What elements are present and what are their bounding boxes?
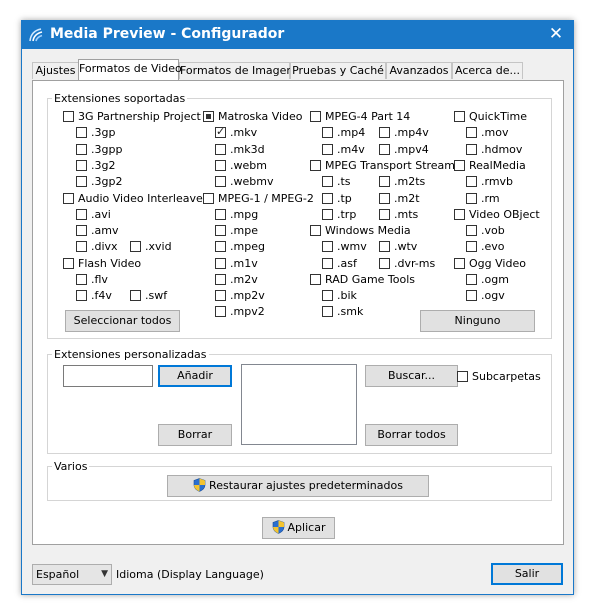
checkbox-ext-dvr-ms[interactable]: .dvr-ms <box>379 257 435 272</box>
tab-avanzados[interactable]: Avanzados <box>386 62 452 79</box>
custom-extension-input[interactable] <box>63 365 153 387</box>
checkbox-ext-webm[interactable]: .webm <box>215 159 267 174</box>
checkbox-ext-hdmov[interactable]: .hdmov <box>466 143 522 158</box>
tab-pruebas-cache[interactable]: Pruebas y Caché <box>290 62 386 79</box>
checkbox-ext-mp2v[interactable]: .mp2v <box>215 289 265 304</box>
checkbox-ext-xvid[interactable]: .xvid <box>130 240 172 255</box>
browse-button[interactable]: Buscar... <box>365 365 458 387</box>
checkbox-ext-evo[interactable]: .evo <box>466 240 505 255</box>
tab-ajustes[interactable]: Ajustes <box>32 62 79 79</box>
app-logo-icon <box>29 28 43 42</box>
title-bar[interactable]: Media Preview - Configurador ✕ <box>22 21 573 49</box>
checkbox-ext-3gp[interactable]: .3gp <box>76 126 115 141</box>
checkbox-ext-webmv[interactable]: .webmv <box>215 175 273 190</box>
checkbox-ext-m2v[interactable]: .m2v <box>215 273 258 288</box>
checkbox-3gpp-project[interactable]: 3G Partnership Project <box>63 110 201 125</box>
add-button[interactable]: Añadir <box>158 365 232 387</box>
checkbox-ext-mp4v[interactable]: .mp4v <box>379 126 429 141</box>
checkbox-ext-mpg[interactable]: .mpg <box>215 208 258 223</box>
checkbox-ext-m4v[interactable]: .m4v <box>322 143 365 158</box>
checkbox-ext-rmvb[interactable]: .rmvb <box>466 175 513 190</box>
checkbox-ext-bik[interactable]: .bik <box>322 289 357 304</box>
checkbox-ext-wmv[interactable]: .wmv <box>322 240 367 255</box>
chevron-down-icon: ▼ <box>101 569 108 579</box>
checkbox-ext-ogm[interactable]: .ogm <box>466 273 509 288</box>
uac-shield-icon <box>193 478 206 492</box>
checkbox-ext-divx[interactable]: .divx <box>76 240 118 255</box>
checkbox-flash-video[interactable]: Flash Video <box>63 257 141 272</box>
uac-shield-icon <box>272 520 284 534</box>
checkbox-ext-amv[interactable]: .amv <box>76 224 118 239</box>
misc-label: Varios <box>52 460 90 473</box>
supported-extensions-label: Extensiones soportadas <box>52 92 188 105</box>
window-title: Media Preview - Configurador <box>50 26 285 42</box>
checkbox-mpeg1-mpeg2[interactable]: MPEG-1 / MPEG-2 <box>203 192 314 207</box>
checkbox-ext-wtv[interactable]: .wtv <box>379 240 417 255</box>
subfolders-checkbox[interactable]: Subcarpetas <box>457 370 541 385</box>
checkbox-ext-3gpp[interactable]: .3gpp <box>76 143 122 158</box>
checkbox-ext-trp[interactable]: .trp <box>322 208 356 223</box>
configurator-window: Media Preview - Configurador ✕ Ajustes F… <box>21 20 574 595</box>
checkbox-ext-3g2[interactable]: .3g2 <box>76 159 115 174</box>
language-label: Idioma (Display Language) <box>116 568 264 581</box>
apply-button[interactable]: Aplicar <box>262 517 335 539</box>
checkbox-ext-tp[interactable]: .tp <box>322 192 352 207</box>
checkbox-mpeg4-part14[interactable]: MPEG-4 Part 14 <box>310 110 410 125</box>
remove-button[interactable]: Borrar <box>158 424 232 446</box>
checkbox-ext-ts[interactable]: .ts <box>322 175 351 190</box>
checkbox-ext-mp4[interactable]: .mp4 <box>322 126 365 141</box>
checkbox-ext-flv[interactable]: .flv <box>76 273 108 288</box>
checkbox-quicktime[interactable]: QuickTime <box>454 110 527 125</box>
tab-panel: Extensiones soportadas 3G Partnership Pr… <box>32 80 564 545</box>
tab-formatos-video[interactable]: Formatos de Video <box>78 59 182 80</box>
restore-defaults-button[interactable]: Restaurar ajustes predeterminados <box>167 475 429 497</box>
checkbox-ext-avi[interactable]: .avi <box>76 208 111 223</box>
checkbox-ogg-video[interactable]: Ogg Video <box>454 257 526 272</box>
checkbox-ext-mk3d[interactable]: .mk3d <box>215 143 265 158</box>
checkbox-windows-media[interactable]: Windows Media <box>310 224 411 239</box>
checkbox-ext-m1v[interactable]: .m1v <box>215 257 258 272</box>
custom-extensions-label: Extensiones personalizadas <box>52 348 209 361</box>
language-select[interactable]: Español ▼ <box>32 564 112 585</box>
remove-all-button[interactable]: Borrar todos <box>365 424 458 446</box>
checkbox-ext-mpv2[interactable]: .mpv2 <box>215 305 265 320</box>
checkbox-ext-vob[interactable]: .vob <box>466 224 505 239</box>
checkbox-ext-mkv[interactable]: .mkv <box>215 125 257 141</box>
custom-extensions-list[interactable] <box>241 364 357 445</box>
close-icon[interactable]: ✕ <box>539 21 573 49</box>
checkbox-ext-mpv4[interactable]: .mpv4 <box>379 143 429 158</box>
checkbox-ext-ogv[interactable]: .ogv <box>466 289 505 304</box>
tab-acerca-de[interactable]: Acerca de... <box>452 62 523 79</box>
checkbox-ext-rm[interactable]: .rm <box>466 192 500 207</box>
checkbox-ext-smk[interactable]: .smk <box>322 305 363 320</box>
checkbox-rad-game-tools[interactable]: RAD Game Tools <box>310 273 415 288</box>
checkbox-ext-mts[interactable]: .mts <box>379 208 418 223</box>
checkbox-video-object[interactable]: Video OBject <box>454 208 540 223</box>
checkbox-ext-3gp2[interactable]: .3gp2 <box>76 175 122 190</box>
checkbox-ext-m2ts[interactable]: .m2ts <box>379 175 425 190</box>
checkbox-mpeg-transport-stream[interactable]: MPEG Transport Stream <box>310 159 455 174</box>
checkbox-ext-m2t[interactable]: .m2t <box>379 192 420 207</box>
none-button[interactable]: Ninguno <box>420 310 535 332</box>
checkbox-matroska-video[interactable]: Matroska Video <box>203 110 303 125</box>
checkbox-ext-asf[interactable]: .asf <box>322 257 357 272</box>
checkbox-ext-mpe[interactable]: .mpe <box>215 224 258 239</box>
checkbox-ext-mpeg[interactable]: .mpeg <box>215 240 265 255</box>
checkbox-ext-f4v[interactable]: .f4v <box>76 289 112 304</box>
checkbox-avi-group[interactable]: Audio Video Interleaved <box>63 192 210 207</box>
checkbox-realmedia[interactable]: RealMedia <box>454 159 526 174</box>
checkbox-ext-mov[interactable]: .mov <box>466 126 508 141</box>
exit-button[interactable]: Salir <box>491 563 563 585</box>
select-all-button[interactable]: Seleccionar todos <box>65 310 180 332</box>
tab-formatos-imagen[interactable]: Formatos de Imagen <box>179 62 293 79</box>
checkbox-ext-swf[interactable]: .swf <box>130 289 167 304</box>
